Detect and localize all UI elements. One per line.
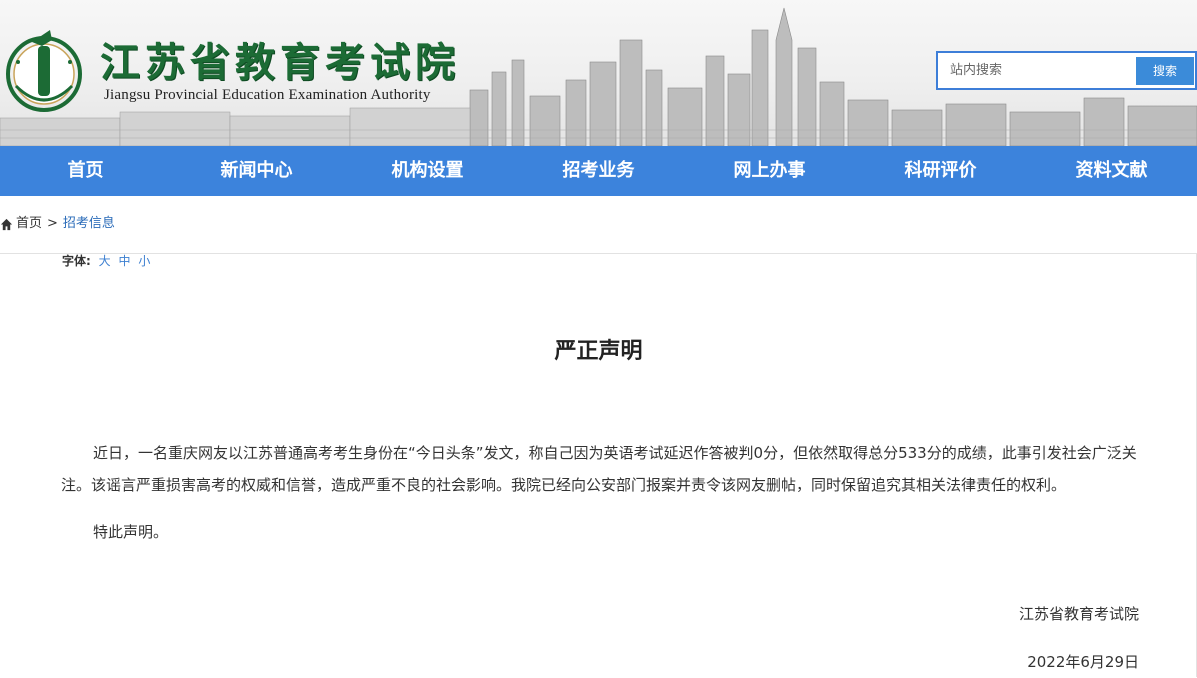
font-size-switcher: 字体: 大 中 小	[62, 252, 150, 270]
article-date: 2022年6月29日	[1027, 653, 1139, 671]
site-title-chinese: 江苏省教育考试院	[100, 39, 460, 86]
breadcrumb-home-link[interactable]: 首页	[16, 213, 42, 235]
nav-item-home[interactable]: 首页	[0, 146, 171, 196]
site-header: 江苏省教育考试院 Jiangsu Provincial Education Ex…	[0, 0, 1197, 146]
font-size-label: 字体:	[62, 254, 91, 268]
article-paragraph: 近日，一名重庆网友以江苏普通高考考生身份在“今日头条”发文，称自己因为英语考试延…	[61, 444, 1137, 494]
site-title-english: Jiangsu Provincial Education Examination…	[104, 87, 431, 103]
article-body: 近日，一名重庆网友以江苏普通高考考生身份在“今日头条”发文，称自己因为英语考试延…	[61, 437, 1139, 548]
nav-item-online-services[interactable]: 网上办事	[684, 146, 855, 196]
main-nav: 首页 新闻中心 机构设置 招考业务 网上办事 科研评价 资料文献	[0, 146, 1197, 196]
nav-item-research[interactable]: 科研评价	[855, 146, 1026, 196]
article-signature: 江苏省教育考试院	[1018, 605, 1139, 623]
article-paragraph: 特此声明。	[93, 523, 169, 541]
font-size-medium[interactable]: 中	[118, 254, 130, 268]
search-box: 搜索	[936, 51, 1197, 90]
home-icon	[0, 218, 13, 230]
font-size-large[interactable]: 大	[99, 254, 111, 268]
search-button[interactable]: 搜索	[1136, 57, 1194, 85]
breadcrumb-current-link[interactable]: 招考信息	[63, 213, 115, 235]
breadcrumb-separator: >	[47, 216, 58, 231]
nav-item-documents[interactable]: 资料文献	[1026, 146, 1197, 196]
font-size-small[interactable]: 小	[138, 254, 150, 268]
content-divider	[0, 253, 1197, 254]
nav-item-news-center[interactable]: 新闻中心	[171, 146, 342, 196]
article-title: 严正声明	[554, 339, 643, 364]
jpeea-logo-emblem	[6, 30, 82, 112]
nav-item-organization[interactable]: 机构设置	[342, 146, 513, 196]
search-input[interactable]	[938, 53, 1134, 88]
nav-item-exam-business[interactable]: 招考业务	[513, 146, 684, 196]
breadcrumb: 首页 > 招考信息	[0, 213, 115, 235]
